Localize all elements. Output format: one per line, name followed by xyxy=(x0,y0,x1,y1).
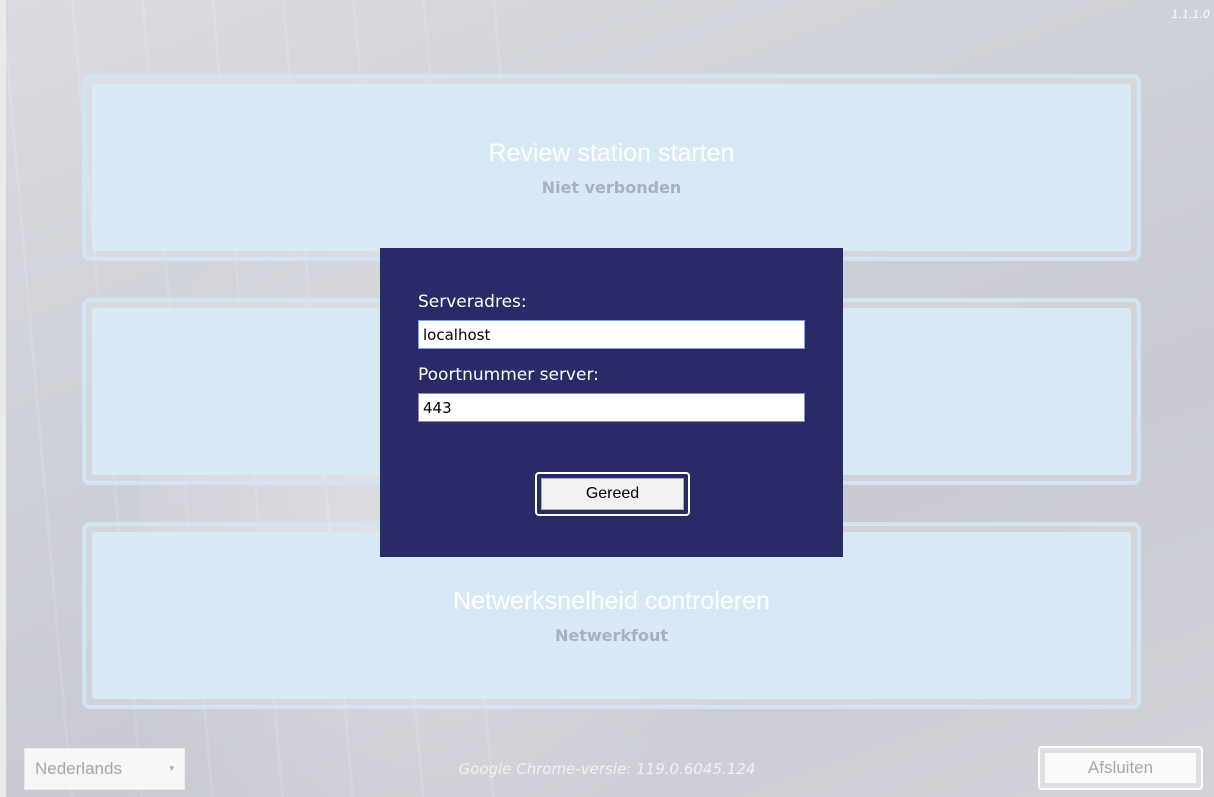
close-button[interactable]: Afsluiten xyxy=(1038,746,1203,790)
tile-title: Review station starten xyxy=(488,138,735,167)
tile-status: Niet verbonden xyxy=(541,177,682,197)
version-label: 1.1.1.0 xyxy=(1171,8,1210,21)
tile-network-speed-inner: Netwerksnelheid controleren Netwerkfout xyxy=(92,532,1131,699)
language-select-value: Nederlands xyxy=(35,759,122,778)
done-button[interactable]: Gereed xyxy=(535,472,690,516)
tile-review-station[interactable]: Review station starten Niet verbonden xyxy=(82,74,1141,261)
server-port-input[interactable] xyxy=(418,393,805,422)
close-button-label: Afsluiten xyxy=(1044,752,1197,784)
language-select[interactable]: Nederlands ▾ xyxy=(24,748,185,790)
tile-status: Netwerkfout xyxy=(554,625,669,645)
tile-review-station-inner: Review station starten Niet verbonden xyxy=(92,84,1131,251)
chevron-down-icon: ▾ xyxy=(169,764,174,774)
server-port-label: Poortnummer server: xyxy=(418,365,599,385)
app-window: 1.1.1.0 Review station starten Niet verb… xyxy=(0,0,1214,797)
done-button-label: Gereed xyxy=(541,478,684,510)
tile-title: Netwerksnelheid controleren xyxy=(453,586,770,615)
server-address-label: Serveradres: xyxy=(418,292,527,312)
server-address-input[interactable] xyxy=(418,320,805,349)
server-settings-dialog: Serveradres: Poortnummer server: Gereed xyxy=(380,248,843,557)
